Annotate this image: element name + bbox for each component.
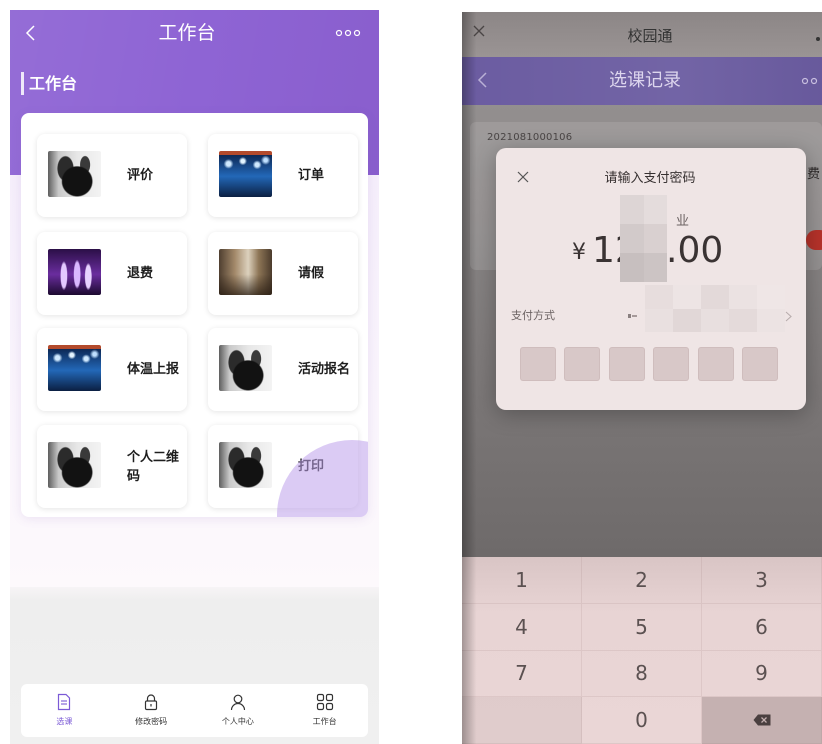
keypad-key-6[interactable]: 6 bbox=[702, 603, 822, 651]
nav-item-course-selection[interactable]: 选课 bbox=[21, 684, 108, 737]
grid-item-label: 打印 bbox=[298, 459, 325, 474]
more-dots-icon[interactable] bbox=[800, 76, 822, 86]
grid-item-thumbnail bbox=[219, 345, 272, 391]
grid-item-thumbnail bbox=[48, 345, 101, 391]
password-digit-box[interactable] bbox=[608, 347, 645, 381]
grid-item-leave-request[interactable]: 请假 bbox=[208, 232, 358, 315]
grid-item-thumbnail bbox=[219, 249, 272, 295]
nav-item-workbench[interactable]: 工作台 bbox=[281, 684, 368, 737]
section-title-bar bbox=[21, 72, 24, 95]
function-grid-panel: 评价 订单 退费 请假 体温上报 活动报名 个人二维码 打印 bbox=[21, 113, 368, 517]
record-number: 2021081000106 bbox=[487, 132, 573, 143]
grid-item-evaluation[interactable]: 评价 bbox=[37, 134, 187, 217]
app-bar: 校园通 bbox=[462, 12, 822, 57]
document-icon bbox=[58, 693, 71, 711]
page-title: 工作台 bbox=[158, 22, 216, 44]
lock-icon bbox=[145, 694, 158, 711]
more-dots-icon[interactable] bbox=[816, 37, 820, 41]
nav-item-change-password[interactable]: 修改密码 bbox=[108, 684, 195, 737]
dialog-title: 请输入支付密码 bbox=[604, 171, 696, 186]
amount-visible-right: .00 bbox=[666, 230, 724, 271]
nav-label: 个人中心 bbox=[221, 717, 254, 726]
page-title: 选课记录 bbox=[609, 70, 681, 91]
grid-item-activity-signup[interactable]: 活动报名 bbox=[208, 328, 358, 411]
payment-screen-photo: 校园通 选课记录 2021081000106 费 请输入支付密码 业 ¥ 12 … bbox=[462, 12, 822, 744]
password-digit-box[interactable] bbox=[520, 347, 556, 381]
currency-symbol: ¥ bbox=[572, 240, 586, 265]
grid-item-orders[interactable]: 订单 bbox=[208, 134, 358, 217]
keypad-key-2[interactable]: 2 bbox=[582, 557, 702, 604]
password-digit-box[interactable] bbox=[564, 347, 601, 381]
password-boxes[interactable] bbox=[520, 347, 778, 381]
grid-item-label: 退费 bbox=[127, 266, 154, 281]
more-dots-icon[interactable] bbox=[335, 28, 361, 38]
grid-item-thumbnail bbox=[48, 151, 101, 197]
payment-method-label: 支付方式 bbox=[511, 309, 555, 322]
grid-item-label: 订单 bbox=[298, 168, 325, 183]
nav-label: 工作台 bbox=[312, 717, 337, 726]
person-icon bbox=[230, 694, 245, 711]
pixelated-redaction bbox=[645, 285, 785, 332]
grid-item-thumbnail bbox=[219, 442, 272, 488]
grid-item-label: 活动报名 bbox=[298, 362, 351, 377]
chevron-right-icon[interactable] bbox=[785, 311, 792, 322]
password-digit-box[interactable] bbox=[697, 347, 734, 381]
grid-icon bbox=[316, 693, 333, 711]
app-title: 校园通 bbox=[627, 27, 673, 45]
nav-item-personal-center[interactable]: 个人中心 bbox=[195, 684, 282, 737]
backspace-icon bbox=[753, 714, 770, 726]
grid-item-thumbnail bbox=[219, 151, 272, 197]
workbench-screen: 工作台 工作台 评价 订单 退费 请假 体温上报 活动报名 个人二维码 打印 选… bbox=[10, 10, 379, 744]
payment-password-dialog: 请输入支付密码 业 ¥ 12 .00 支付方式 bbox=[496, 148, 806, 410]
keypad-key-5[interactable]: 5 bbox=[582, 603, 702, 651]
keypad-key-3[interactable]: 3 bbox=[702, 557, 822, 604]
grid-item-thumbnail bbox=[48, 249, 101, 295]
chevron-left-icon[interactable] bbox=[476, 70, 490, 90]
grid-item-personal-qr-code[interactable]: 个人二维码 bbox=[37, 425, 187, 508]
keypad-key-8[interactable]: 8 bbox=[582, 650, 702, 698]
keypad-blank-key bbox=[462, 697, 582, 744]
keypad-key-4[interactable]: 4 bbox=[462, 603, 582, 651]
record-partial-label: 费 bbox=[807, 167, 821, 182]
nav-label: 修改密码 bbox=[135, 717, 168, 726]
keypad-key-0[interactable]: 0 bbox=[582, 697, 702, 744]
password-digit-box[interactable] bbox=[742, 347, 778, 381]
grid-item-label: 个人二维码 bbox=[127, 449, 180, 484]
keypad-key-7[interactable]: 7 bbox=[462, 650, 582, 698]
grid-item-print[interactable]: 打印 bbox=[208, 425, 358, 508]
close-icon[interactable] bbox=[516, 170, 530, 184]
section-title: 工作台 bbox=[29, 74, 78, 93]
keypad-key-9[interactable]: 9 bbox=[702, 650, 822, 698]
record-action-button[interactable] bbox=[806, 230, 822, 250]
payment-method-icon bbox=[628, 314, 637, 318]
nav-label: 选课 bbox=[56, 717, 73, 726]
page-header: 选课记录 bbox=[462, 57, 822, 105]
grid-item-temperature-report[interactable]: 体温上报 bbox=[37, 328, 187, 411]
merchant-name: 业 bbox=[676, 214, 690, 229]
grid-item-refund[interactable]: 退费 bbox=[37, 232, 187, 315]
grid-item-thumbnail bbox=[48, 442, 101, 488]
numeric-keypad: 1 2 3 4 5 6 7 8 9 0 bbox=[462, 557, 822, 744]
keypad-key-1[interactable]: 1 bbox=[462, 557, 582, 604]
grid-item-label: 体温上报 bbox=[127, 362, 180, 377]
pixelated-redaction bbox=[620, 195, 667, 282]
grid-item-label: 评价 bbox=[127, 168, 154, 183]
password-digit-box[interactable] bbox=[653, 347, 690, 381]
bottom-navigation: 选课 修改密码 个人中心 工作台 bbox=[21, 684, 368, 737]
chevron-left-icon[interactable] bbox=[24, 23, 38, 43]
grid-item-label: 请假 bbox=[298, 266, 325, 281]
close-icon[interactable] bbox=[472, 24, 486, 38]
keypad-delete-key[interactable] bbox=[702, 697, 822, 744]
